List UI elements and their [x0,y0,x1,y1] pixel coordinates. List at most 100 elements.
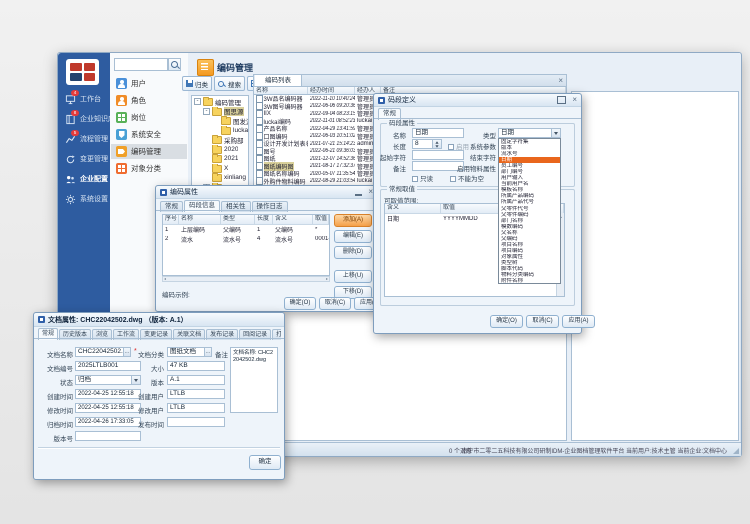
folder-icon [221,127,231,135]
sidebar-item-change-management[interactable]: 变更管理 [58,149,110,169]
tree-item[interactable]: 采购部 [192,135,248,145]
publish-time-field [167,417,225,427]
table-header: 序号 名称 类型 长度 含义 取值 [163,215,329,225]
segment-action-button[interactable]: 上移(U) [334,270,372,283]
expander-icon[interactable]: - [194,98,201,105]
endchar-label: 结束字符 [434,152,496,162]
separator [38,447,280,448]
notification-badge: 5 [71,130,79,136]
length-label: 长度 [380,141,406,151]
expander-icon[interactable]: - [203,108,210,115]
folder-icon [212,146,222,154]
folder-icon [212,108,222,116]
notification-badge: 8 [71,110,79,116]
tree-item[interactable]: 2020 [192,145,248,155]
sidebar-item-label: 企业知识库 [80,114,110,124]
column-name[interactable]: 名称 [254,87,308,94]
search-tree-button[interactable]: 搜索 [214,76,245,91]
create-time-label: 创建时间 [37,391,73,401]
dialog-titlebar: 文档属性: CHC22042502.dwg （版本: A.1） [34,313,284,327]
dialog-button[interactable]: 取消(C) [319,297,351,310]
table-row[interactable]: 2流水流水号 4流水号0001-9999 [163,235,329,245]
nav-item-object-classification[interactable]: 对象分类 [111,161,187,176]
version-no-field[interactable] [75,431,141,441]
desktop: × 工作台 4 企业知识库 8 [0,0,750,524]
sidebar-item-workflow[interactable]: 流程管理 5 [58,129,110,149]
note-label: 备注 [215,349,228,359]
sidebar-item-label: 系统设置 [80,194,108,204]
role-icon [116,95,127,106]
sidebar-item-knowledge-base[interactable]: 企业知识库 8 [58,109,110,129]
nav-item-positions[interactable]: 岗位 [111,110,187,125]
tree-item[interactable]: 图发源图纸 [192,116,248,126]
save-category-button[interactable]: 归类 [182,76,212,91]
browse-button[interactable]: ... [123,347,131,357]
dialog-title: 编码属性 [170,187,198,197]
gear-icon [65,194,76,205]
tab-close-icon[interactable]: × [558,76,563,85]
note-preview: 文档名称: CHC22042502.dwg [230,347,278,413]
table-row[interactable]: 1上层编码父编码 1父编码* [163,225,329,235]
not-empty-checkbox[interactable]: 不能为空 [450,173,484,183]
tree-item[interactable]: - 编码管理 [192,97,248,107]
tree-item[interactable]: - 图思源 [192,107,248,117]
material-prop-label: 启用物料属性 [434,163,496,173]
dialog-titlebar: 码段定义 × [374,94,581,107]
browse-button[interactable]: ... [204,347,212,357]
archive-time-label: 归档时间 [37,419,73,429]
search-input[interactable] [114,58,168,71]
tree-item[interactable]: X [192,164,248,174]
tab-code-list[interactable]: 编码列表 [255,75,302,86]
segment-action-button[interactable]: 编辑(E) [334,230,372,243]
dialog-icon [160,189,167,196]
dropdown-option[interactable]: 附件名称 [499,278,560,284]
horizontal-scrollbar[interactable] [162,276,330,282]
dialog-icon [378,97,385,104]
nav-item-code-management[interactable]: 编码管理 [111,144,187,159]
sidebar-item-workbench[interactable]: 工作台 4 [58,89,110,109]
modify-user-field: LTLB [167,403,225,413]
dialog-button[interactable]: 确定(O) [284,297,316,310]
resize-grip[interactable] [733,448,739,454]
dialog-titlebar: 编码属性 × [156,186,377,199]
segment-action-button[interactable]: 删除(D) [334,246,372,259]
segment-action-button[interactable]: 添加(A) [334,214,372,227]
nav-item-security[interactable]: 系统安全 [111,127,187,142]
detail-panel [571,91,739,441]
folder-icon [212,136,222,144]
close-icon[interactable]: × [572,96,577,104]
modify-user-label: 修改用户 [132,405,164,415]
type-combobox[interactable]: 日期 [498,128,561,138]
tree-item[interactable]: luckai [192,126,248,136]
search-icon [171,61,178,68]
dialog-button[interactable]: 确定(O) [490,315,523,328]
nav-item-users[interactable]: 用户 [111,76,187,91]
maximize-button[interactable] [557,96,566,104]
sidebar-item-enterprise-config[interactable]: 企业配置 [58,169,110,189]
status-info: 南宁市二零二五科技有限公司研制IDM-企业图档管理软件平台 当前用户:技术主管 … [461,446,727,455]
version-field: A.1 [167,375,225,385]
tree-item[interactable]: 2021 [192,154,248,164]
page-title-icon [197,59,214,76]
tree-item[interactable]: xinliang [192,173,248,183]
ok-button[interactable]: 确定 [249,455,281,470]
shield-icon [116,129,127,140]
user-icon [116,78,127,89]
search-button[interactable] [168,58,181,71]
dialog-button[interactable]: 取消(C) [526,315,559,328]
sidebar-item-system-settings[interactable]: 系统设置 [58,189,110,209]
create-user-field: LTLB [167,389,225,399]
status-label: 状态 [37,377,73,387]
document-properties-dialog: 文档属性: CHC22042502.dwg （版本: A.1） 常规历史版本浏览… [33,312,285,480]
readonly-checkbox[interactable]: 只读 [412,173,433,183]
people-icon [65,174,76,185]
dialog-title: 文档属性: CHC22042502.dwg （版本: A.1） [48,315,188,325]
checkbox-icon [412,176,418,182]
list-tabstrip: 编码列表 × [253,74,567,86]
dialog-button[interactable]: 应用(A) [562,315,595,328]
chevron-down-icon[interactable] [551,129,560,137]
minimize-button[interactable] [355,194,362,196]
nav-item-roles[interactable]: 角色 [111,93,187,108]
folder-icon [221,117,231,125]
column-time[interactable]: 经办时间 [308,87,355,94]
